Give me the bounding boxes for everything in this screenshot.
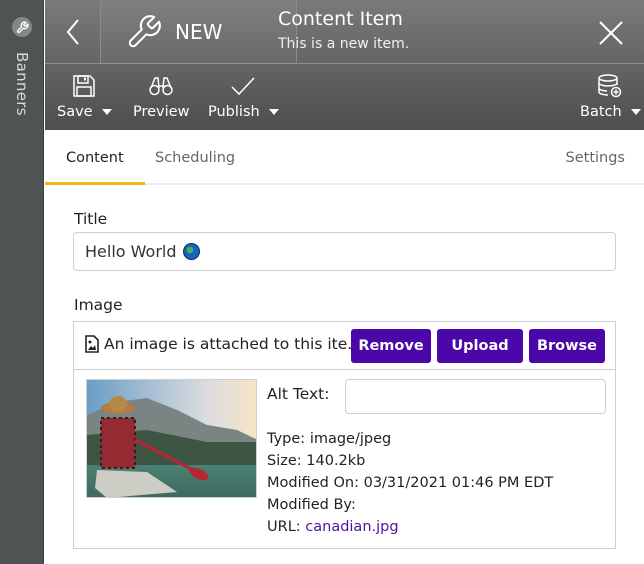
sidebar-label[interactable]: Banners: [13, 52, 31, 116]
title-label: Title: [74, 210, 108, 228]
tab-bar: Content Scheduling Settings: [45, 130, 644, 185]
alt-text-input[interactable]: [345, 379, 606, 414]
image-label: Image: [74, 296, 123, 314]
chevron-left-icon: [66, 19, 79, 45]
tab-settings[interactable]: Settings: [566, 150, 625, 166]
close-icon: [599, 21, 623, 45]
preview-button[interactable]: Preview: [133, 64, 189, 130]
wrench-icon: [128, 15, 161, 48]
close-button[interactable]: [598, 20, 624, 46]
image-modified-on: Modified On: 03/31/2021 01:46 PM EDT: [267, 475, 554, 491]
back-button[interactable]: [45, 0, 101, 64]
binoculars-icon: [149, 77, 173, 96]
page-title: Content Item: [278, 8, 403, 30]
batch-button[interactable]: Batch: [580, 64, 641, 130]
checkmark-icon: [231, 77, 255, 96]
alt-text-label: Alt Text:: [267, 385, 330, 403]
image-size: Size: 140.2kb: [267, 453, 366, 469]
mode-indicator: NEW: [101, 0, 297, 64]
remove-button[interactable]: Remove: [351, 329, 431, 363]
image-file-icon: [85, 335, 99, 353]
image-toolbar: An image is attached to this ite... Remo…: [74, 322, 615, 370]
image-modified-by: Modified By:: [267, 497, 356, 513]
image-field: An image is attached to this ite... Remo…: [73, 321, 616, 549]
left-sidebar: Banners: [0, 0, 44, 564]
image-url: URL: canadian.jpg: [267, 519, 399, 535]
save-button[interactable]: Save: [57, 64, 112, 130]
tab-scheduling[interactable]: Scheduling: [155, 150, 235, 166]
save-dropdown-caret[interactable]: [101, 109, 112, 115]
publish-label: Publish: [208, 104, 260, 120]
toolbar: Save Preview Publish Batch: [45, 64, 644, 130]
save-label: Save: [57, 104, 93, 120]
publish-dropdown-caret[interactable]: [268, 109, 279, 115]
image-type: Type: image/jpeg: [267, 431, 392, 447]
active-tab-indicator: [45, 182, 145, 185]
wrench-icon[interactable]: [12, 17, 32, 37]
title-block: Content Item This is a new item.: [278, 8, 409, 52]
tab-content[interactable]: Content: [66, 150, 124, 166]
title-value: Hello World: [85, 242, 177, 261]
browse-button[interactable]: Browse: [529, 329, 605, 363]
image-url-link[interactable]: canadian.jpg: [305, 519, 398, 535]
database-add-icon: [598, 74, 622, 98]
save-icon: [73, 75, 96, 97]
publish-button[interactable]: Publish: [208, 64, 279, 130]
batch-label: Batch: [580, 104, 622, 120]
editor-header: NEW Content Item This is a new item. Sav…: [45, 0, 644, 130]
header-title-row: NEW Content Item This is a new item.: [45, 0, 644, 64]
canoe-photo: [87, 380, 256, 497]
image-attached-message: An image is attached to this ite...: [85, 335, 362, 353]
batch-dropdown-caret[interactable]: [630, 109, 641, 115]
globe-emoji-icon: [182, 243, 200, 260]
upload-button[interactable]: Upload: [437, 329, 523, 363]
title-input[interactable]: Hello World: [73, 232, 616, 271]
preview-label: Preview: [133, 104, 190, 120]
image-thumbnail: [86, 379, 257, 498]
mode-label: NEW: [175, 20, 223, 44]
image-message-text: An image is attached to this ite...: [104, 335, 363, 353]
page-subtitle: This is a new item.: [278, 36, 410, 52]
